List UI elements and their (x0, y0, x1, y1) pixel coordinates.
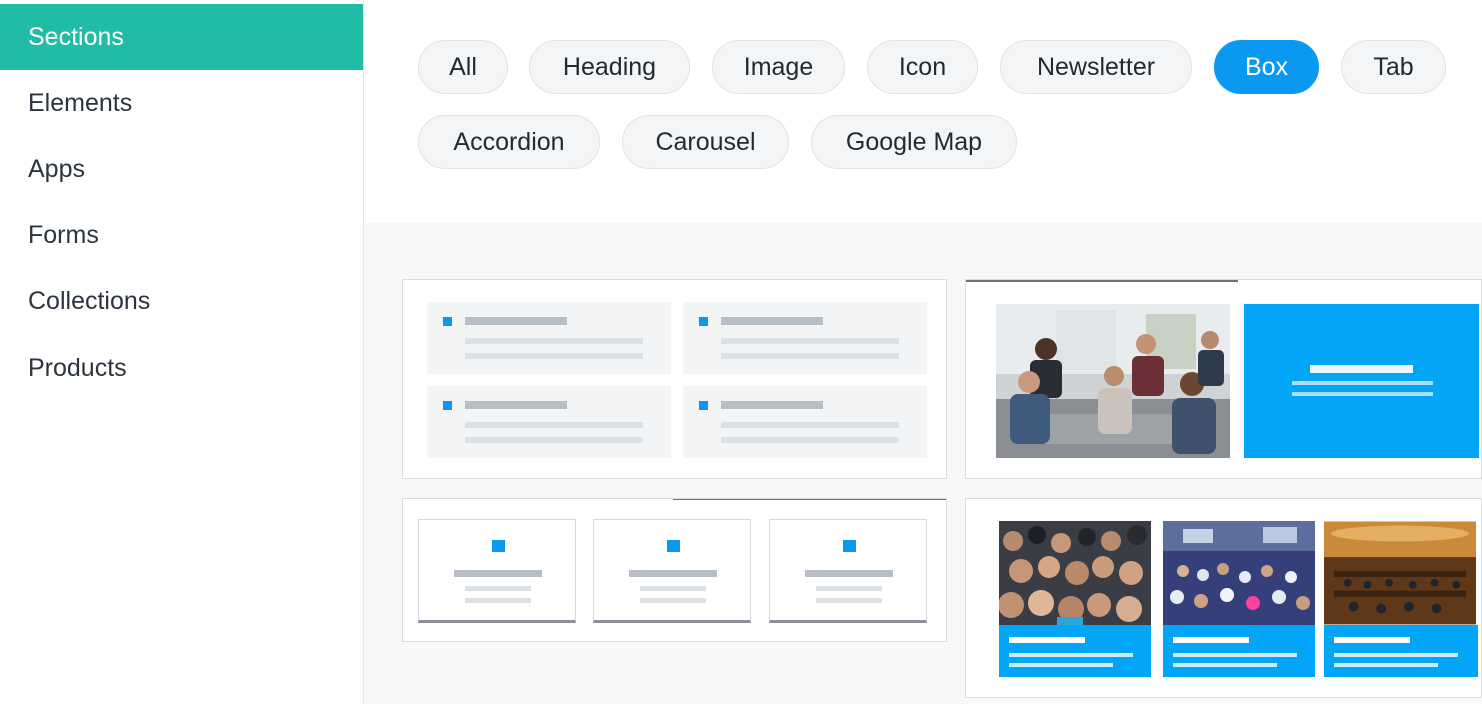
feature-block (683, 386, 927, 458)
placeholder-line (640, 598, 706, 603)
bullet-square-icon (699, 401, 708, 410)
caption-box (1324, 625, 1478, 677)
placeholder-title (1310, 365, 1413, 373)
filter-chip-icon[interactable]: Icon (867, 40, 978, 94)
placeholder-line (465, 353, 643, 359)
crowd-photo (999, 521, 1151, 625)
sidebar-item-forms[interactable]: Forms (0, 202, 363, 268)
placeholder-title (465, 401, 567, 409)
placeholder-line (721, 338, 899, 344)
filter-chip-google-map[interactable]: Google Map (811, 115, 1017, 169)
sidebar-item-collections[interactable]: Collections (0, 268, 363, 334)
feature-block (683, 302, 927, 374)
placeholder-title (465, 317, 567, 325)
sidebar-item-label: Elements (28, 88, 133, 117)
filter-chip-heading[interactable]: Heading (529, 40, 690, 94)
placeholder-line (465, 338, 643, 344)
team-meeting-image (996, 304, 1230, 458)
placeholder-title (721, 317, 823, 325)
placeholder-line (1009, 663, 1113, 667)
sidebar-item-label: Sections (28, 22, 124, 51)
placeholder-line (465, 586, 531, 591)
placeholder-line (1334, 653, 1458, 657)
template-card-three-boxes[interactable] (402, 498, 947, 642)
square-icon (667, 540, 680, 552)
placeholder-line (640, 586, 706, 591)
divider (966, 280, 1238, 282)
photo-column (1163, 521, 1315, 677)
filter-chip-newsletter[interactable]: Newsletter (1000, 40, 1192, 94)
filter-chip-all[interactable]: All (418, 40, 508, 94)
placeholder-line (721, 422, 899, 428)
sidebar-item-elements[interactable]: Elements (0, 70, 363, 136)
template-gallery (364, 223, 1482, 704)
placeholder-title (1334, 637, 1410, 643)
caption-box (1163, 625, 1315, 677)
placeholder-title (454, 570, 542, 577)
placeholder-line (465, 422, 643, 428)
square-icon (843, 540, 856, 552)
caption-box (999, 625, 1151, 677)
placeholder-line (465, 598, 531, 603)
filter-chip-carousel[interactable]: Carousel (622, 115, 789, 169)
placeholder-line (1292, 381, 1433, 385)
sidebar-item-products[interactable]: Products (0, 335, 363, 401)
placeholder-line (1009, 653, 1133, 657)
sidebar-item-label: Collections (28, 286, 151, 315)
filter-chip-accordion[interactable]: Accordion (418, 115, 600, 169)
filter-chip-box[interactable]: Box (1214, 40, 1319, 94)
placeholder-line (721, 353, 899, 359)
placeholder-line (816, 598, 882, 603)
bullet-square-icon (443, 317, 452, 326)
placeholder-title (805, 570, 893, 577)
placeholder-title (629, 570, 717, 577)
divider (673, 499, 946, 500)
conference-hall-photo (1163, 521, 1315, 625)
placeholder-line (465, 437, 643, 443)
square-icon (492, 540, 505, 552)
feature-block (427, 386, 671, 458)
placeholder-title (1173, 637, 1249, 643)
category-filter-bar: All Heading Image Icon Newsletter Box Ta… (364, 0, 1482, 223)
bullet-square-icon (699, 317, 708, 326)
placeholder-line (1173, 653, 1297, 657)
blue-content-box (1244, 304, 1479, 458)
sidebar-item-label: Products (28, 353, 127, 382)
icon-box (593, 519, 751, 623)
template-card-image-blue-box[interactable] (965, 279, 1482, 479)
placeholder-line (721, 437, 899, 443)
icon-box (418, 519, 576, 623)
filter-chip-tab[interactable]: Tab (1341, 40, 1446, 94)
template-card-feature-grid[interactable] (402, 279, 947, 479)
icon-box (769, 519, 927, 623)
photo-column (999, 521, 1151, 677)
filter-chip-image[interactable]: Image (712, 40, 845, 94)
placeholder-line (1292, 392, 1433, 396)
template-card-photo-columns[interactable] (965, 498, 1482, 698)
sidebar: Sections Elements Apps Forms Collections… (0, 0, 364, 704)
sidebar-item-label: Forms (28, 220, 99, 249)
auditorium-photo (1324, 521, 1476, 625)
photo-column (1324, 521, 1478, 677)
placeholder-title (721, 401, 823, 409)
sidebar-item-label: Apps (28, 154, 85, 183)
placeholder-line (1173, 663, 1277, 667)
placeholder-title (1009, 637, 1085, 643)
sidebar-item-apps[interactable]: Apps (0, 136, 363, 202)
team-meeting-photo (996, 304, 1230, 458)
bullet-square-icon (443, 401, 452, 410)
placeholder-line (816, 586, 882, 591)
placeholder-line (1334, 663, 1438, 667)
sidebar-item-sections[interactable]: Sections (0, 4, 363, 70)
feature-block (427, 302, 671, 374)
